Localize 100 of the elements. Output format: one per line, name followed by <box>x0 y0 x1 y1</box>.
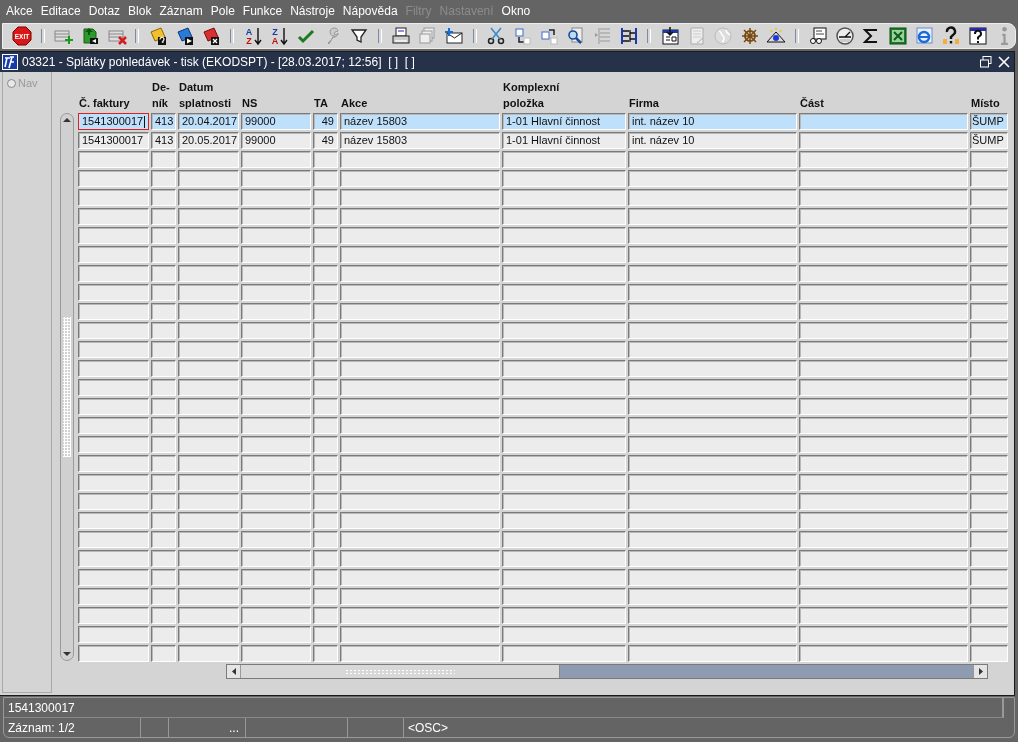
table-cell[interactable] <box>799 645 968 662</box>
table-cell[interactable] <box>799 132 968 149</box>
table-cell[interactable] <box>799 151 968 168</box>
table-cell[interactable] <box>628 455 797 472</box>
table-cell[interactable] <box>799 246 968 263</box>
vertical-scrollbar[interactable] <box>60 113 74 661</box>
table-cell[interactable] <box>502 512 626 529</box>
table-cell[interactable] <box>628 607 797 624</box>
table-cell[interactable] <box>151 569 176 586</box>
table-cell[interactable] <box>628 417 797 434</box>
table-cell[interactable] <box>799 531 968 548</box>
table-cell[interactable] <box>340 246 500 263</box>
table-cell[interactable] <box>799 417 968 434</box>
table-cell[interactable] <box>241 493 311 510</box>
table-cell[interactable] <box>313 626 338 643</box>
table-cell[interactable] <box>241 341 311 358</box>
table-cell[interactable] <box>313 455 338 472</box>
table-cell[interactable] <box>151 265 176 282</box>
table-cell[interactable] <box>78 170 149 187</box>
table-cell[interactable] <box>970 341 1008 358</box>
table-cell[interactable] <box>628 360 797 377</box>
table-cell[interactable] <box>340 645 500 662</box>
table-cell[interactable] <box>628 531 797 548</box>
table-cell[interactable] <box>151 550 176 567</box>
table-cell[interactable] <box>799 227 968 244</box>
table-cell[interactable] <box>313 341 338 358</box>
table-cell[interactable] <box>628 379 797 396</box>
table-cell[interactable] <box>970 436 1008 453</box>
table-cell[interactable] <box>628 398 797 415</box>
table-cell[interactable] <box>241 208 311 225</box>
table-cell[interactable] <box>340 417 500 434</box>
table-cell[interactable] <box>313 227 338 244</box>
table-cell[interactable] <box>78 379 149 396</box>
table-cell[interactable] <box>502 189 626 206</box>
table-cell[interactable] <box>799 493 968 510</box>
table-cell[interactable] <box>178 588 239 605</box>
table-cell[interactable] <box>799 398 968 415</box>
help-window-button[interactable] <box>966 25 989 47</box>
table-cell[interactable] <box>241 246 311 263</box>
table-cell[interactable] <box>241 531 311 548</box>
table-cell[interactable] <box>502 208 626 225</box>
table-cell[interactable] <box>970 607 1008 624</box>
table-cell[interactable] <box>340 208 500 225</box>
menu-item[interactable]: Akce <box>2 3 37 19</box>
table-cell[interactable] <box>340 227 500 244</box>
table-cell[interactable] <box>970 512 1008 529</box>
table-cell[interactable] <box>340 455 500 472</box>
table-cell[interactable] <box>241 398 311 415</box>
table-cell[interactable] <box>78 322 149 339</box>
table-cell[interactable] <box>241 436 311 453</box>
table-cell[interactable] <box>628 512 797 529</box>
table-cell[interactable] <box>178 379 239 396</box>
table-cell[interactable] <box>799 113 968 130</box>
table-cell[interactable] <box>313 151 338 168</box>
table-cell[interactable] <box>178 493 239 510</box>
table-cell[interactable] <box>78 417 149 434</box>
table-cell[interactable] <box>628 208 797 225</box>
table-cell[interactable] <box>970 227 1008 244</box>
table-cell[interactable] <box>241 170 311 187</box>
table-cell[interactable] <box>151 588 176 605</box>
table-cell[interactable] <box>313 398 338 415</box>
table-cell[interactable] <box>78 360 149 377</box>
table-cell[interactable] <box>502 645 626 662</box>
table-cell[interactable] <box>502 417 626 434</box>
table-cell[interactable] <box>241 227 311 244</box>
sort-ascending-button[interactable]: A Z <box>242 25 264 47</box>
table-cell[interactable] <box>178 170 239 187</box>
browser-button[interactable] <box>913 25 936 47</box>
table-cell[interactable] <box>313 284 338 301</box>
table-cell[interactable]: název 15803 <box>340 132 500 149</box>
table-cell[interactable] <box>178 284 239 301</box>
table-cell[interactable] <box>799 626 968 643</box>
table-cell[interactable] <box>78 341 149 358</box>
table-cell[interactable] <box>241 189 311 206</box>
table-cell[interactable] <box>799 341 968 358</box>
import-window-button[interactable] <box>659 25 681 47</box>
table-cell[interactable] <box>151 645 176 662</box>
table-cell[interactable] <box>313 645 338 662</box>
table-cell[interactable] <box>241 303 311 320</box>
table-cell[interactable] <box>241 379 311 396</box>
table-cell[interactable] <box>502 531 626 548</box>
table-cell[interactable] <box>340 322 500 339</box>
table-cell[interactable] <box>970 531 1008 548</box>
table-cell[interactable] <box>78 227 149 244</box>
table-cell[interactable] <box>502 379 626 396</box>
table-cell[interactable] <box>502 151 626 168</box>
table-cell[interactable] <box>151 379 176 396</box>
table-cell[interactable] <box>151 208 176 225</box>
table-cell[interactable] <box>502 607 626 624</box>
scroll-left-icon[interactable] <box>229 667 238 676</box>
table-cell[interactable] <box>502 246 626 263</box>
table-cell[interactable] <box>502 588 626 605</box>
table-cell[interactable] <box>78 512 149 529</box>
table-cell[interactable] <box>628 322 797 339</box>
table-cell[interactable] <box>151 455 176 472</box>
table-cell[interactable] <box>799 208 968 225</box>
table-cell[interactable] <box>970 189 1008 206</box>
table-cell[interactable] <box>970 284 1008 301</box>
table-cell[interactable]: název 15803 <box>340 113 500 130</box>
table-cell[interactable] <box>799 322 968 339</box>
